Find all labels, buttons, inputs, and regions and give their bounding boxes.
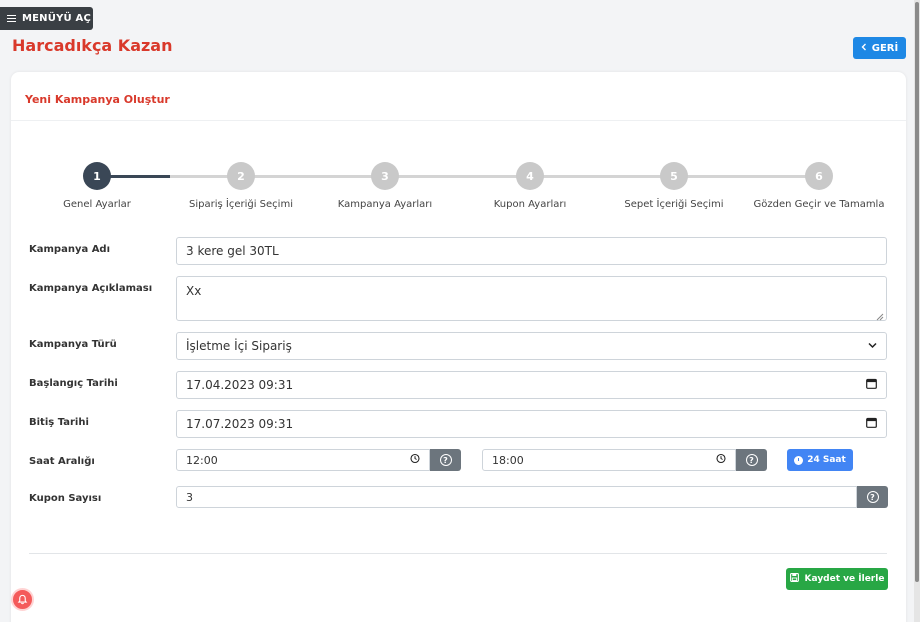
end-date-label: Bitiş Tarihi xyxy=(29,417,89,428)
back-button[interactable]: GERİ xyxy=(853,37,906,59)
card-title: Yeni Kampanya Oluştur xyxy=(25,93,170,106)
chevron-left-icon xyxy=(861,43,867,54)
clock-icon[interactable] xyxy=(410,453,420,467)
coupon-count-label: Kupon Sayısı xyxy=(29,493,102,504)
step-2-number: 2 xyxy=(227,162,255,190)
full-day-button-label: 24 Saat xyxy=(807,455,846,465)
step-2-label: Sipariş İçeriği Seçimi xyxy=(189,199,293,210)
end-date-input[interactable]: 17.07.2023 09:31 xyxy=(176,410,887,438)
open-menu-label: MENÜYÜ AÇ xyxy=(22,13,91,24)
hamburger-icon xyxy=(7,13,16,24)
time-range-label: Saat Aralığı xyxy=(29,456,95,467)
calendar-icon[interactable] xyxy=(866,378,877,392)
start-date-input[interactable]: 17.04.2023 09:31 xyxy=(176,371,887,399)
step-6-label: Gözden Geçir ve Tamamla xyxy=(753,199,885,210)
clock-icon[interactable] xyxy=(716,453,726,467)
save-and-continue-label: Kaydet ve İlerle xyxy=(804,574,885,584)
card-header-divider xyxy=(11,120,906,121)
step-4-label: Kupon Ayarları xyxy=(493,199,567,210)
calendar-icon[interactable] xyxy=(866,417,877,431)
full-day-button[interactable]: 24 Saat xyxy=(787,449,853,471)
coupon-count-input[interactable]: 3 xyxy=(176,486,857,508)
time-start-input[interactable]: 12:00 xyxy=(176,449,430,471)
step-6-number: 6 xyxy=(805,162,833,190)
chevron-down-icon xyxy=(868,341,877,352)
back-button-label: GERİ xyxy=(871,42,899,54)
time-end-input[interactable]: 18:00 xyxy=(482,449,736,471)
campaign-description-value: Xx xyxy=(186,284,202,298)
step-4-number: 4 xyxy=(516,162,544,190)
step-3-number: 3 xyxy=(371,162,399,190)
campaign-description-textarea[interactable]: Xx xyxy=(176,276,887,321)
campaign-type-select[interactable]: İşletme İçi Sipariş xyxy=(176,332,887,360)
page-title: Harcadıkça Kazan xyxy=(12,36,173,55)
end-date-value: 17.07.2023 09:31 xyxy=(186,417,294,431)
clock-icon xyxy=(794,455,804,465)
step-5-label: Sepet İçeriği Seçimi xyxy=(624,199,724,210)
coupon-count-help-button[interactable]: ? xyxy=(857,486,888,508)
time-start-value: 12:00 xyxy=(186,453,218,467)
time-start-help-button[interactable]: ? xyxy=(430,449,461,471)
question-circle-icon: ? xyxy=(439,454,452,466)
step-3-label: Kampanya Ayarları xyxy=(337,199,433,210)
time-end-help-button[interactable]: ? xyxy=(736,449,767,471)
campaign-name-input[interactable]: 3 kere gel 30TL xyxy=(176,237,887,265)
step-5-number: 5 xyxy=(660,162,688,190)
form-footer-divider xyxy=(29,553,887,554)
step-4[interactable]: 4 Kupon Ayarları xyxy=(455,162,605,210)
notification-bell-button[interactable] xyxy=(11,588,34,611)
start-date-label: Başlangıç Tarihi xyxy=(29,378,118,389)
campaign-type-label: Kampanya Türü xyxy=(29,339,117,350)
step-1-label: Genel Ayarlar xyxy=(63,199,131,210)
time-end-value: 18:00 xyxy=(492,453,524,467)
save-and-continue-button[interactable]: Kaydet ve İlerle xyxy=(786,568,888,590)
step-1[interactable]: 1 Genel Ayarlar xyxy=(22,162,172,210)
question-circle-icon: ? xyxy=(745,454,758,466)
campaign-name-value: 3 kere gel 30TL xyxy=(186,244,279,258)
step-6[interactable]: 6 Gözden Geçir ve Tamamla xyxy=(744,162,894,210)
coupon-count-value: 3 xyxy=(186,490,193,504)
start-date-value: 17.04.2023 09:31 xyxy=(186,378,294,392)
scrollbar-thumb[interactable] xyxy=(915,2,919,582)
question-circle-icon: ? xyxy=(866,491,879,503)
campaign-description-label: Kampanya Açıklaması xyxy=(29,283,153,294)
open-menu-button[interactable]: MENÜYÜ AÇ xyxy=(0,7,93,30)
page-scrollbar[interactable] xyxy=(914,0,920,622)
bell-icon xyxy=(17,590,28,609)
campaign-name-label: Kampanya Adı xyxy=(29,244,111,255)
step-3[interactable]: 3 Kampanya Ayarları xyxy=(310,162,460,210)
campaign-type-value: İşletme İçi Sipariş xyxy=(186,339,292,353)
step-1-number: 1 xyxy=(83,162,111,190)
step-2[interactable]: 2 Sipariş İçeriği Seçimi xyxy=(166,162,316,210)
resize-grip-icon[interactable] xyxy=(876,310,884,321)
save-icon xyxy=(789,573,799,585)
step-5[interactable]: 5 Sepet İçeriği Seçimi xyxy=(599,162,749,210)
campaign-card: Yeni Kampanya Oluştur 1 Genel Ayarlar 2 … xyxy=(11,72,906,622)
